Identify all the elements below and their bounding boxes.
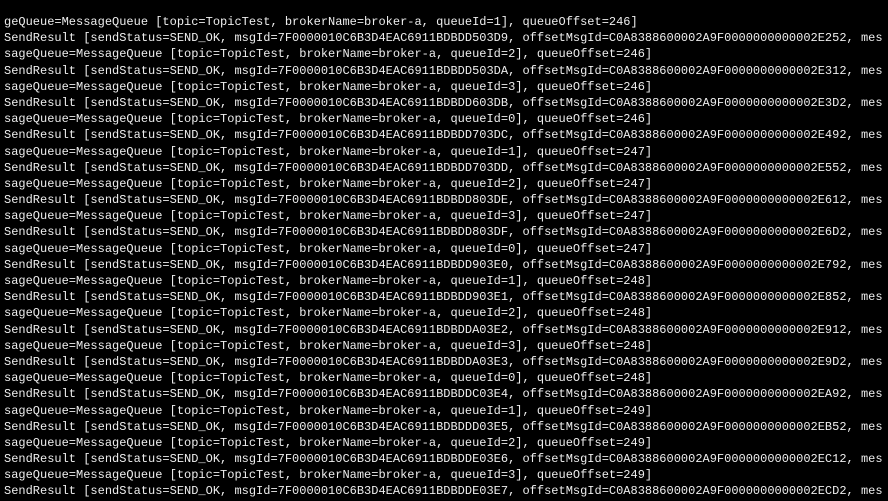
terminal-output: geQueue=MessageQueue [topic=TopicTest, b… [0,12,888,501]
